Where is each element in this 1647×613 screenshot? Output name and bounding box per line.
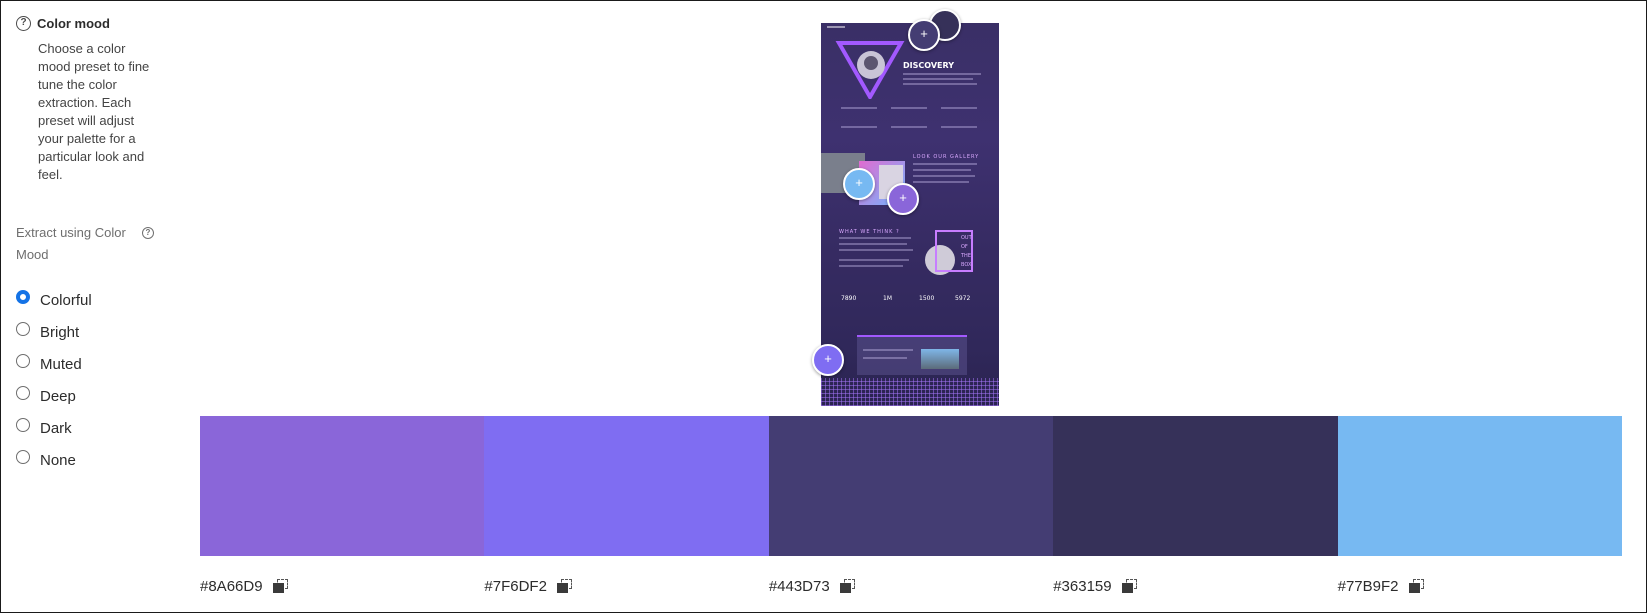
out-of-box-word: OUT bbox=[961, 235, 972, 241]
color-swatch[interactable] bbox=[768, 416, 1054, 556]
out-of-box-word: OF bbox=[961, 244, 968, 250]
color-palette bbox=[200, 416, 1623, 556]
extract-mood-label: Extract using Color Mood bbox=[16, 225, 126, 262]
color-swatch[interactable] bbox=[484, 416, 769, 556]
mood-option-label: Colorful bbox=[40, 291, 92, 309]
radio-button[interactable] bbox=[16, 418, 30, 432]
preview-feature bbox=[891, 107, 927, 109]
preview-text-line bbox=[903, 83, 977, 85]
out-of-box-word: THE bbox=[961, 253, 971, 259]
mood-option-label: Bright bbox=[40, 323, 80, 341]
hex-code[interactable]: #7F6DF2 bbox=[484, 578, 547, 595]
mood-option-none[interactable]: None bbox=[16, 444, 161, 476]
color-mood-header: ? Color mood bbox=[16, 16, 161, 31]
color-picker-handle[interactable]: + bbox=[908, 19, 940, 51]
hero-triangle-graphic bbox=[835, 41, 905, 99]
preview-feature bbox=[841, 126, 877, 128]
hex-code-cell: #7F6DF2 bbox=[484, 578, 768, 595]
stat-value: 7890 bbox=[841, 295, 857, 302]
website-mockup-image: DISCOVERY LOOK OUR GALLERY WHAT WE THINK… bbox=[821, 23, 999, 406]
mood-option-label: Deep bbox=[40, 387, 76, 405]
hex-code-cell: #363159 bbox=[1053, 578, 1337, 595]
stat-value: 5972 bbox=[955, 295, 971, 302]
radio-button[interactable] bbox=[16, 354, 30, 368]
question-circle-icon[interactable]: ? bbox=[142, 227, 154, 239]
preview-text-line bbox=[839, 259, 909, 261]
copy-icon[interactable] bbox=[556, 579, 573, 594]
stat-value: 1M bbox=[883, 295, 892, 302]
color-mood-description: Choose a color mood preset to fine tune … bbox=[38, 41, 150, 182]
preview-text-line bbox=[863, 357, 907, 359]
mood-option-deep[interactable]: Deep bbox=[16, 380, 161, 412]
preview-feature bbox=[841, 107, 877, 109]
hex-code-cell: #77B9F2 bbox=[1338, 578, 1622, 595]
out-of-box-text: OUT OF THE BOX bbox=[961, 234, 972, 270]
color-swatch[interactable] bbox=[1337, 416, 1623, 556]
dot-grid-graphic bbox=[821, 378, 999, 406]
preview-text-line bbox=[839, 265, 903, 267]
copy-icon[interactable] bbox=[1408, 579, 1425, 594]
color-picker-handle[interactable]: + bbox=[812, 344, 844, 376]
mood-option-bright[interactable]: Bright bbox=[16, 316, 161, 348]
preview-feature bbox=[941, 107, 977, 109]
extract-mood-row: Extract using Color Mood ? bbox=[16, 222, 161, 266]
color-mood-panel: ? Color mood Choose a color mood preset … bbox=[16, 16, 161, 476]
hex-code[interactable]: #8A66D9 bbox=[200, 578, 263, 595]
color-swatch[interactable] bbox=[200, 416, 485, 556]
out-of-box-word: BOX bbox=[961, 262, 972, 268]
preview-text-line bbox=[839, 237, 911, 239]
preview-text-line bbox=[913, 163, 977, 165]
mood-radio-group: Colorful Bright Muted Deep Dark None bbox=[16, 284, 161, 476]
what-heading: WHAT WE THINK ? bbox=[839, 229, 900, 235]
preview-text-line bbox=[903, 73, 981, 75]
mood-option-dark[interactable]: Dark bbox=[16, 412, 161, 444]
preview-feature bbox=[941, 126, 977, 128]
gallery-heading: LOOK OUR GALLERY bbox=[913, 154, 980, 160]
preview-text-line bbox=[903, 78, 973, 80]
hex-code[interactable]: #77B9F2 bbox=[1338, 578, 1399, 595]
mood-option-muted[interactable]: Muted bbox=[16, 348, 161, 380]
hex-code[interactable]: #443D73 bbox=[769, 578, 830, 595]
preview-text-line bbox=[913, 175, 975, 177]
preview-text-line bbox=[863, 349, 913, 351]
question-circle-icon[interactable]: ? bbox=[16, 16, 31, 31]
hex-code[interactable]: #363159 bbox=[1053, 578, 1111, 595]
copy-icon[interactable] bbox=[1121, 579, 1138, 594]
preview-text-line bbox=[913, 181, 969, 183]
preview-text-line bbox=[839, 249, 913, 251]
mood-option-label: Muted bbox=[40, 355, 82, 373]
stat-value: 1500 bbox=[919, 295, 935, 302]
source-image-preview: DISCOVERY LOOK OUR GALLERY WHAT WE THINK… bbox=[812, 9, 999, 406]
radio-button[interactable] bbox=[16, 450, 30, 464]
color-picker-handle[interactable]: + bbox=[843, 168, 875, 200]
preview-heading: DISCOVERY bbox=[903, 61, 955, 70]
radio-button[interactable] bbox=[16, 290, 30, 304]
preview-feature bbox=[891, 126, 927, 128]
mood-option-colorful[interactable]: Colorful bbox=[16, 284, 161, 316]
color-mood-title: Color mood bbox=[37, 16, 110, 31]
radio-button[interactable] bbox=[16, 386, 30, 400]
nav-logo bbox=[827, 26, 845, 28]
preview-text-line bbox=[839, 243, 907, 245]
mood-option-label: Dark bbox=[40, 419, 72, 437]
hex-code-cell: #8A66D9 bbox=[200, 578, 484, 595]
color-swatch[interactable] bbox=[1053, 416, 1338, 556]
mood-option-label: None bbox=[40, 451, 76, 469]
preview-text-line bbox=[913, 169, 971, 171]
radio-button[interactable] bbox=[16, 322, 30, 336]
copy-icon[interactable] bbox=[839, 579, 856, 594]
hex-code-row: #8A66D9 #7F6DF2 #443D73 #363159 #77B9F2 bbox=[200, 578, 1622, 595]
contact-image bbox=[921, 349, 959, 369]
color-picker-handle[interactable]: + bbox=[887, 183, 919, 215]
copy-icon[interactable] bbox=[272, 579, 289, 594]
hex-code-cell: #443D73 bbox=[769, 578, 1053, 595]
